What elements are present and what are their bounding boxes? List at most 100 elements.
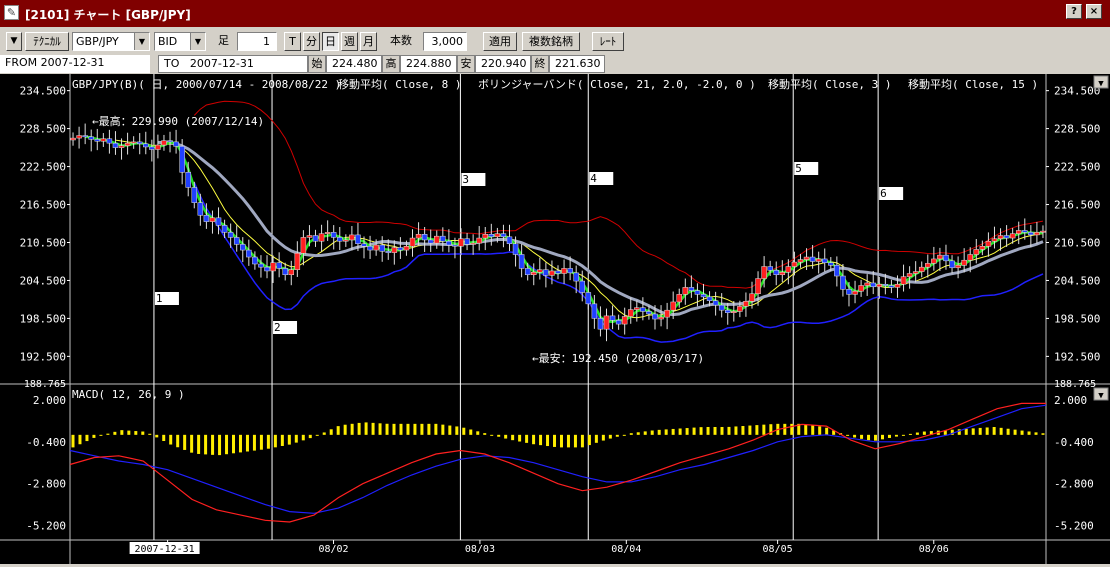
macd-histogram-bar bbox=[162, 434, 166, 442]
macd-histogram-bar bbox=[441, 424, 445, 435]
close-button[interactable]: × bbox=[1086, 4, 1102, 19]
macd-histogram-bar bbox=[504, 434, 508, 439]
period-input[interactable]: 1 bbox=[237, 32, 277, 51]
macd-histogram-bar bbox=[448, 425, 452, 435]
candle-body bbox=[894, 283, 901, 288]
from-date: 2007-12-31 bbox=[40, 56, 105, 69]
menu-dropdown-button[interactable]: ▼ bbox=[6, 32, 22, 51]
price-bottom-label-left: 188.765 bbox=[24, 379, 66, 390]
month-button[interactable]: 月 bbox=[360, 32, 377, 51]
price-tick-label-left: 228.500 bbox=[20, 123, 66, 136]
macd-histogram-bar bbox=[636, 432, 640, 435]
macd-histogram-bar bbox=[518, 434, 522, 442]
macd-histogram-bar bbox=[392, 423, 396, 435]
macd-histogram-bar bbox=[169, 434, 173, 445]
candle-body bbox=[506, 236, 513, 245]
macd-histogram-bar bbox=[106, 433, 110, 435]
candle-body bbox=[743, 301, 749, 307]
open-value: 224.480 bbox=[326, 55, 382, 73]
price-type-select[interactable]: BID ▼ bbox=[154, 32, 206, 51]
candle-body bbox=[955, 265, 961, 269]
candle-body bbox=[579, 280, 585, 293]
high-annotation: ←最高：229.990 (2007/12/14) bbox=[92, 114, 264, 128]
macd-histogram-bar bbox=[546, 434, 550, 447]
tick-button[interactable]: T bbox=[284, 32, 301, 51]
candle-body bbox=[227, 232, 234, 238]
candle-body bbox=[1028, 232, 1034, 236]
candle-body bbox=[585, 292, 592, 305]
close-value: 221.630 bbox=[549, 55, 605, 73]
macd-legend: MACD( 12, 26, 9 ) bbox=[72, 388, 185, 401]
macd-histogram-bar bbox=[183, 434, 187, 450]
technical-button[interactable]: ﾃｸﾆｶﾙ bbox=[25, 32, 69, 51]
candle-body bbox=[852, 290, 858, 295]
multi-symbol-button[interactable]: 複数銘柄 bbox=[522, 32, 580, 51]
candle-body bbox=[688, 287, 695, 291]
candle-body bbox=[755, 278, 761, 294]
minute-button[interactable]: 分 bbox=[303, 32, 320, 51]
candle-body bbox=[482, 234, 489, 239]
from-label: FROM bbox=[5, 56, 38, 69]
candle-body bbox=[706, 296, 713, 301]
candle-body bbox=[470, 242, 476, 245]
macd-histogram-bar bbox=[699, 427, 703, 435]
macd-histogram-bar bbox=[238, 434, 242, 453]
price-legend-item: 移動平均( Close, 15 ) bbox=[908, 77, 1038, 91]
macd-histogram-bar bbox=[741, 426, 745, 435]
day-button[interactable]: 日 bbox=[322, 32, 339, 51]
macd-histogram-bar bbox=[385, 423, 389, 435]
price-legend-item: GBP/JPY(B)( 日, 2000/07/14 - 2008/08/22 ) bbox=[72, 78, 341, 91]
marker-label: 1 bbox=[156, 292, 163, 305]
price-tick-label-right: 198.500 bbox=[1054, 312, 1100, 325]
candle-body bbox=[724, 309, 731, 313]
macd-tick-label-left: 2.000 bbox=[33, 394, 66, 407]
macd-histogram-bar bbox=[511, 434, 515, 441]
macd-histogram-bar bbox=[748, 425, 752, 435]
bars-input[interactable]: 3,000 bbox=[423, 32, 467, 51]
macd-histogram-bar bbox=[280, 434, 284, 446]
macd-histogram-bar bbox=[587, 434, 591, 446]
candle-body bbox=[779, 271, 786, 276]
candle-body bbox=[949, 260, 955, 269]
candle-body bbox=[882, 283, 889, 286]
candle-body bbox=[185, 172, 191, 188]
candle-body bbox=[203, 215, 210, 222]
macd-histogram-bar bbox=[985, 427, 989, 435]
candle-body bbox=[70, 137, 76, 141]
candle-body bbox=[967, 254, 973, 261]
macd-histogram-bar bbox=[378, 423, 382, 435]
macd-histogram-bar bbox=[273, 434, 277, 448]
candle-body bbox=[421, 234, 428, 241]
candle-body bbox=[391, 247, 398, 253]
macd-histogram-bar bbox=[755, 425, 759, 435]
macd-histogram-bar bbox=[211, 434, 215, 455]
candle-body bbox=[458, 238, 464, 247]
symbol-select[interactable]: GBP/JPY ▼ bbox=[72, 32, 150, 51]
candle-body bbox=[828, 262, 834, 266]
candle-body bbox=[531, 271, 537, 276]
candle-body bbox=[258, 263, 264, 268]
price-tick-label-left: 204.500 bbox=[20, 274, 66, 287]
candle-body bbox=[1009, 233, 1016, 239]
help-button[interactable]: ? bbox=[1066, 4, 1082, 19]
chart-area[interactable]: 234.500 234.500 228.500 228.500 222.500 222.5… bbox=[0, 74, 1110, 564]
macd-histogram-bar bbox=[497, 434, 501, 437]
candle-body bbox=[573, 272, 579, 282]
macd-histogram-bar bbox=[915, 432, 919, 435]
macd-histogram-bar bbox=[692, 427, 696, 435]
candle-body bbox=[427, 239, 434, 244]
macd-histogram-bar bbox=[908, 433, 912, 435]
apply-button[interactable]: 適用 bbox=[483, 32, 517, 51]
candle-body bbox=[670, 301, 676, 311]
candle-body bbox=[712, 300, 719, 306]
macd-histogram-bar bbox=[818, 426, 822, 435]
macd-histogram-bar bbox=[127, 430, 131, 435]
price-tick-label-right: 204.500 bbox=[1054, 274, 1100, 287]
macd-line bbox=[69, 402, 1046, 523]
macd-histogram-bar bbox=[1041, 433, 1045, 435]
rate-button[interactable]: ﾚｰﾄ bbox=[592, 32, 624, 51]
candle-body bbox=[100, 138, 107, 142]
candle-body bbox=[518, 254, 525, 269]
candle-body bbox=[682, 287, 689, 295]
week-button[interactable]: 週 bbox=[341, 32, 358, 51]
